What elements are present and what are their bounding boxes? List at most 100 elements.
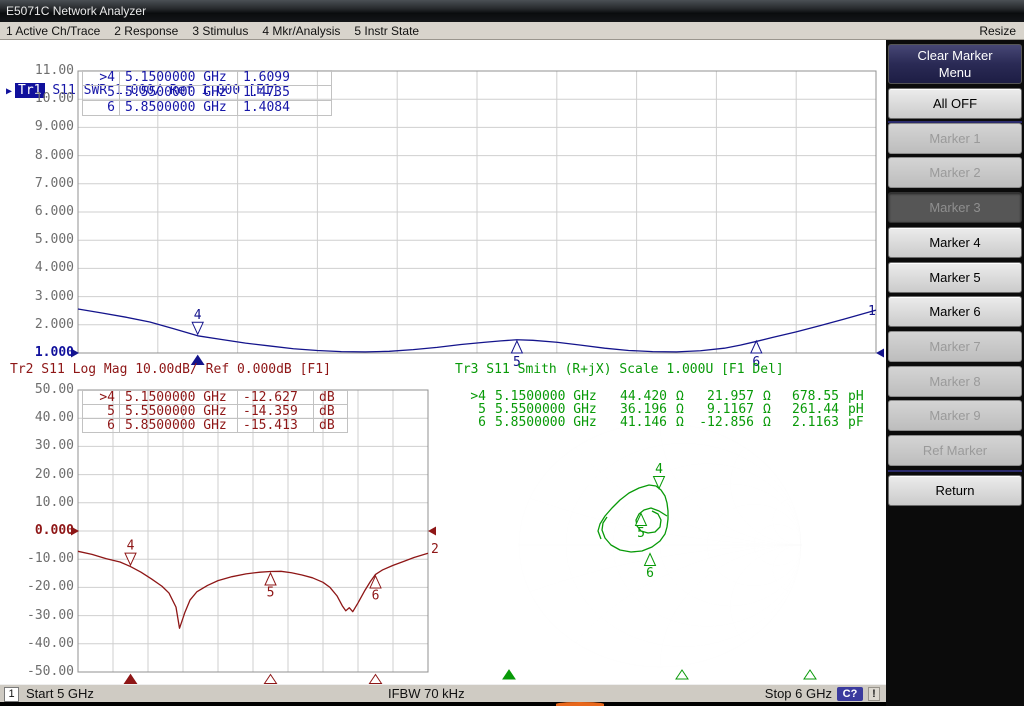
taskbar-peek	[556, 702, 604, 706]
title-bar: E5071C Network Analyzer	[0, 0, 1024, 22]
readout-cell-x: 9.1167	[692, 403, 758, 416]
softkey-separator	[888, 470, 1022, 472]
y-axis-label: 30.00	[0, 439, 74, 453]
y-axis-label: 40.00	[0, 411, 74, 425]
menu-bar: 1 Active Ch/Trace 2 Response 3 Stimulus …	[0, 22, 1024, 40]
menu-item-active-ch-trace[interactable]: 1 Active Ch/Trace	[6, 24, 100, 38]
softkey-marker-8: Marker 8	[888, 366, 1022, 397]
readout-row: 65.8500000 GHz41.146Ω-12.856Ω2.1163pF	[462, 416, 874, 429]
y-axis-label: 10.00	[0, 92, 74, 106]
readout-cell-value: 1.4735	[238, 86, 331, 100]
smith-marker-5-symbol[interactable]	[636, 514, 647, 526]
softkey-return[interactable]: Return	[888, 475, 1022, 506]
readout-cell-value: -12.627	[238, 391, 314, 404]
readout-row: 55.5500000 GHz1.4735	[83, 86, 331, 101]
menu-item-mkr-analysis[interactable]: 4 Mkr/Analysis	[262, 24, 340, 38]
y-axis-label: 50.00	[0, 383, 74, 397]
softkey-marker-3[interactable]: Marker 3	[888, 192, 1022, 223]
application-window: E5071C Network Analyzer 1 Active Ch/Trac…	[0, 0, 1024, 706]
trace1-number-label: 1	[868, 304, 876, 319]
menu-item-response[interactable]: 2 Response	[114, 24, 178, 38]
y-axis-label: 6.000	[0, 205, 74, 219]
softkey-all-off[interactable]: All OFF	[888, 88, 1022, 119]
readout-cell-lc_unit: pH	[843, 403, 874, 416]
y-axis-label: 9.000	[0, 120, 74, 134]
trace2-header[interactable]: Tr2 S11 Log Mag 10.00dB/ Ref 0.000dB [F1…	[10, 362, 331, 378]
readout-cell-num: 5	[462, 403, 490, 416]
window-title: E5071C Network Analyzer	[6, 4, 146, 18]
readout-cell-freq: 5.8500000 GHz	[120, 419, 238, 432]
readout-cell-value: -15.413	[238, 419, 314, 432]
y-axis-label: 8.000	[0, 149, 74, 163]
marker-number-label: 5	[637, 526, 645, 541]
trace1-marker-readout: >45.1500000 GHz1.609955.5500000 GHz1.473…	[82, 70, 332, 116]
y-axis-label: 3.000	[0, 290, 74, 304]
readout-cell-lc_unit: pF	[843, 416, 874, 429]
readout-cell-freq: 5.1500000 GHz	[120, 391, 238, 404]
readout-cell-num: 5	[83, 405, 120, 418]
readout-row: >45.1500000 GHz44.420Ω21.957Ω678.55pH	[462, 390, 874, 403]
stimulus-marker	[503, 670, 515, 679]
y-axis-label: 2.000	[0, 318, 74, 332]
trace3-marker-readout: >45.1500000 GHz44.420Ω21.957Ω678.55pH55.…	[462, 390, 874, 429]
softkey-marker-6[interactable]: Marker 6	[888, 296, 1022, 327]
readout-cell-lc_unit: pH	[843, 390, 874, 403]
readout-cell-freq: 5.8500000 GHz	[490, 416, 611, 429]
readout-cell-ohm2: Ω	[758, 403, 779, 416]
y-axis-label: 7.000	[0, 177, 74, 191]
readout-cell-unit: dB	[314, 405, 347, 418]
marker-number-label: 4	[655, 462, 663, 477]
smith-marker-4-symbol[interactable]	[654, 477, 665, 489]
trace2-marker-readout: >45.1500000 GHz-12.627dB55.5500000 GHz-1…	[82, 390, 348, 433]
readout-row: 55.5500000 GHz-14.359dB	[83, 405, 347, 419]
error-indicator[interactable]: !	[868, 687, 880, 701]
y-axis-label: 5.000	[0, 233, 74, 247]
smith-marker-6-symbol[interactable]	[645, 554, 656, 566]
readout-cell-value: -14.359	[238, 405, 314, 418]
menu-item-stimulus[interactable]: 3 Stimulus	[192, 24, 248, 38]
readout-cell-x: -12.856	[692, 416, 758, 429]
status-bar: 1 Start 5 GHz IFBW 70 kHz Stop 6 GHz C? …	[0, 684, 886, 702]
trace2-number-label: 2	[431, 542, 439, 557]
readout-row: >45.1500000 GHz-12.627dB	[83, 391, 347, 405]
readout-cell-ohm1: Ω	[671, 390, 692, 403]
marker-6-symbol[interactable]	[370, 576, 381, 588]
y-axis-label: -30.00	[0, 609, 74, 623]
readout-cell-r: 36.196	[611, 403, 671, 416]
readout-cell-num: 6	[83, 419, 120, 432]
y-axis-label: -10.00	[0, 552, 74, 566]
softkey-marker-5[interactable]: Marker 5	[888, 262, 1022, 293]
readout-cell-freq: 5.8500000 GHz	[120, 101, 238, 115]
marker-5-symbol[interactable]	[265, 573, 276, 585]
trace3-header[interactable]: Tr3 S11 Smith (R+jX) Scale 1.000U [F1 De…	[455, 362, 784, 378]
marker-number-label: 5	[267, 585, 275, 600]
ifbw-label: IFBW 70 kHz	[388, 686, 465, 701]
softkey-ref-marker: Ref Marker	[888, 435, 1022, 466]
readout-cell-num: >4	[83, 71, 120, 85]
readout-cell-lc: 678.55	[779, 390, 843, 403]
readout-cell-num: >4	[83, 391, 120, 404]
marker-number-label: 6	[646, 566, 654, 581]
softkey-marker-1: Marker 1	[888, 123, 1022, 154]
readout-cell-ohm1: Ω	[671, 416, 692, 429]
readout-cell-value: 1.4084	[238, 101, 331, 115]
marker-number-label: 4	[127, 539, 135, 554]
stimulus-marker	[265, 675, 277, 684]
marker-4-symbol[interactable]	[192, 322, 203, 334]
y-axis-label: -40.00	[0, 637, 74, 651]
readout-cell-num: 6	[83, 101, 120, 115]
y-axis-label: -50.00	[0, 665, 74, 679]
y-axis-label: 10.00	[0, 496, 74, 510]
stimulus-marker	[676, 670, 688, 679]
channel-indicator: 1	[4, 687, 19, 702]
menu-item-resize[interactable]: Resize	[979, 24, 1016, 38]
readout-cell-freq: 5.5500000 GHz	[120, 86, 238, 100]
readout-cell-lc: 2.1163	[779, 416, 843, 429]
menu-item-instr-state[interactable]: 5 Instr State	[354, 24, 419, 38]
readout-cell-r: 41.146	[611, 416, 671, 429]
softkey-marker-7: Marker 7	[888, 331, 1022, 362]
marker-5-symbol[interactable]	[511, 341, 522, 353]
marker-number-label: 4	[194, 308, 202, 323]
softkey-marker-4[interactable]: Marker 4	[888, 227, 1022, 258]
tr3-trace-outer	[598, 485, 668, 552]
